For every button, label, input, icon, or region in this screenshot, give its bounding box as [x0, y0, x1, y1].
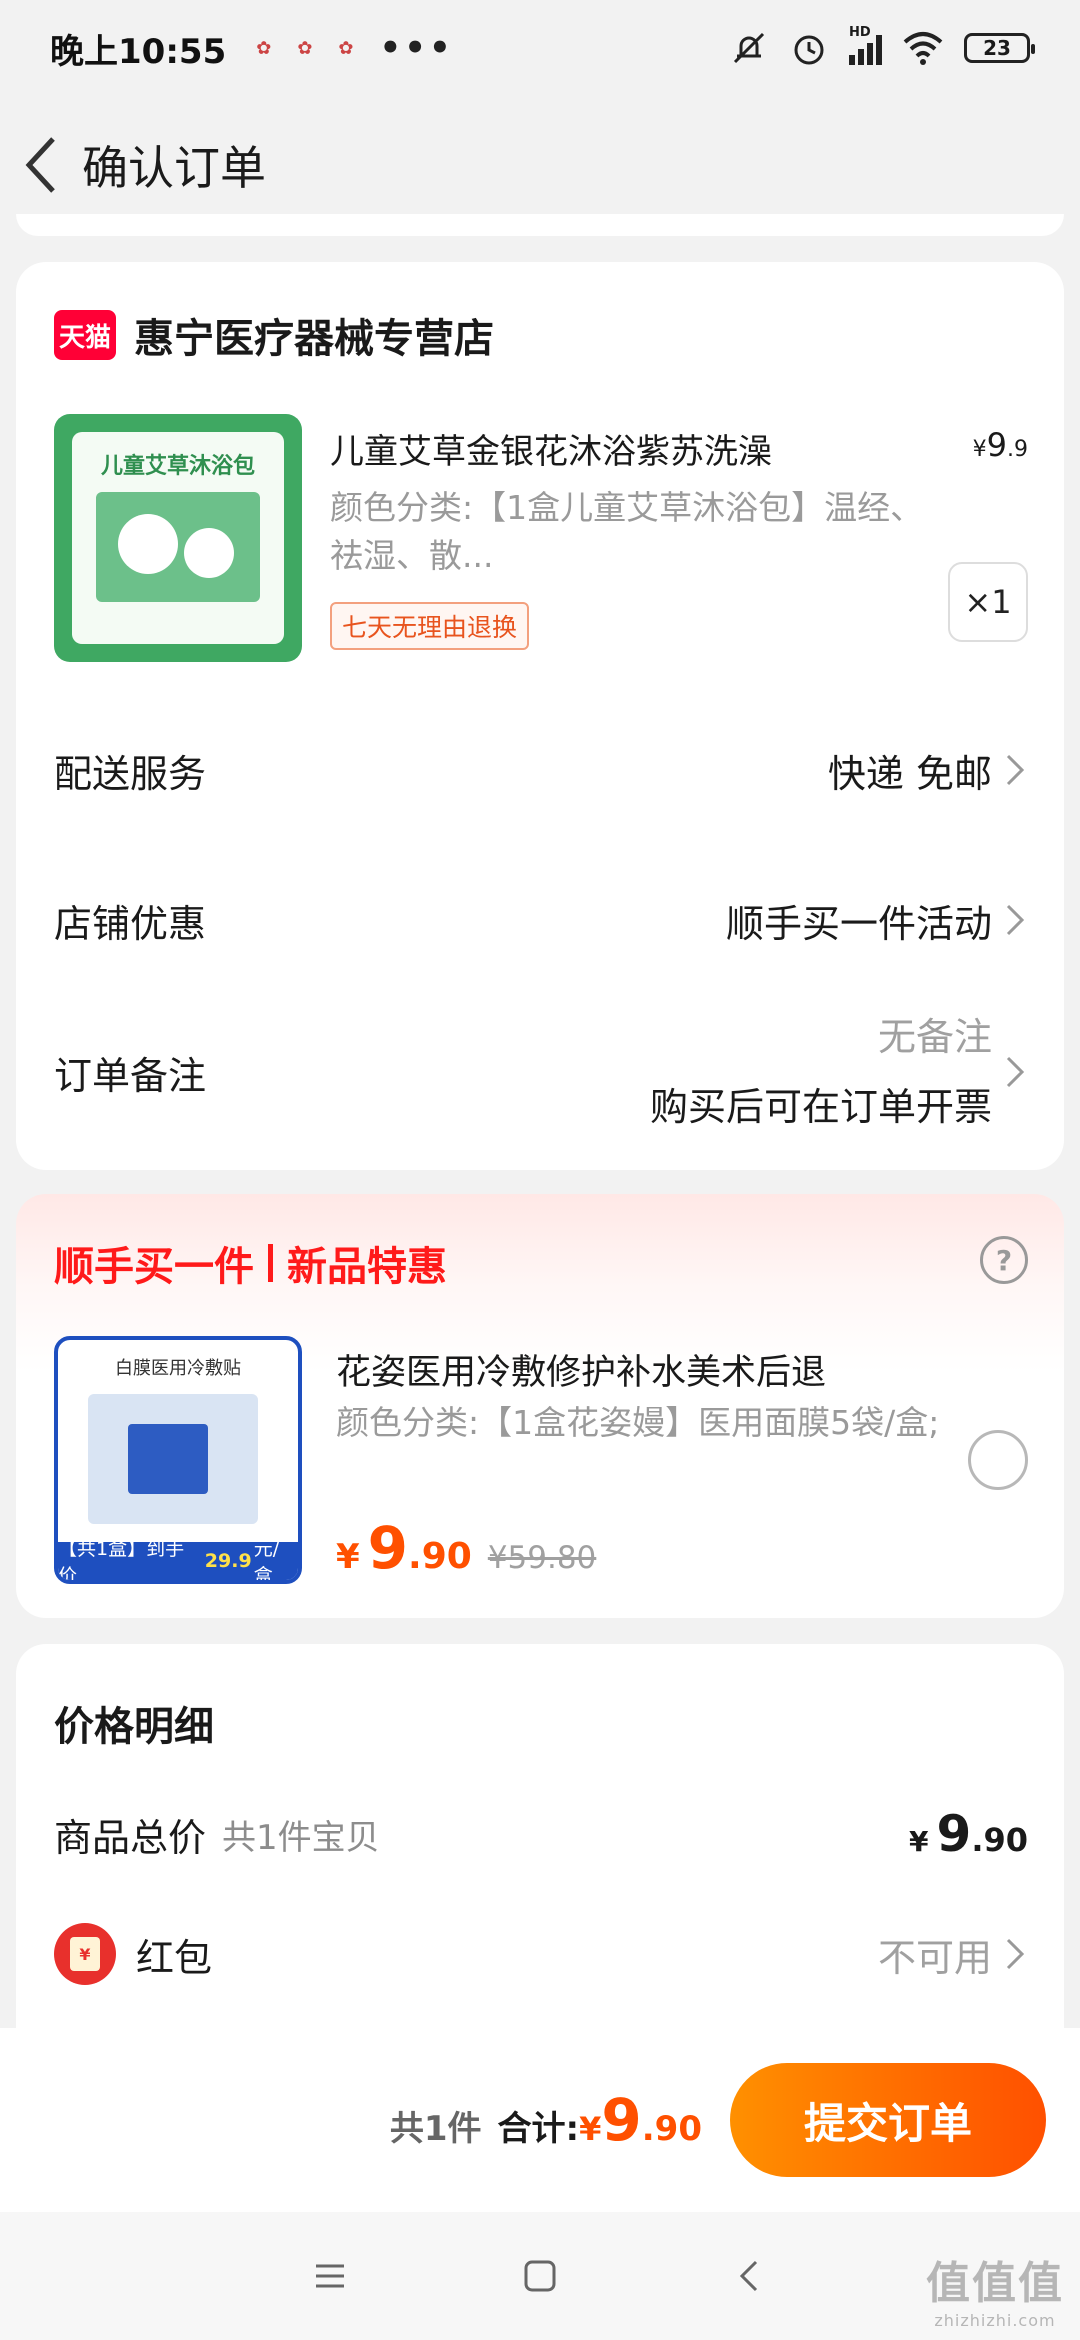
delivery-service-row[interactable]: 配送服务 快递 免邮 [54, 730, 1028, 810]
return-policy-tag: 七天无理由退换 [330, 602, 530, 650]
notification-icons: ✿ ✿ ✿ [256, 38, 353, 59]
chevron-right-icon [1006, 1938, 1025, 1970]
red-packet-row[interactable]: ¥ 红包 不可用 [54, 1914, 1028, 1994]
store-discount-row[interactable]: 店铺优惠 顺手买一件活动 [54, 880, 1028, 960]
product-image[interactable]: 儿童艾草沐浴包 [54, 414, 302, 662]
original-price: ¥59.80 [487, 1540, 597, 1576]
wifi-icon [903, 32, 943, 65]
help-icon[interactable]: ? [980, 1236, 1028, 1284]
store-name: 惠宁医疗器械专营店 [134, 316, 494, 362]
network-type: HD [849, 25, 871, 40]
address-card-bottom [16, 214, 1064, 236]
goods-count: 共1件宝贝 [222, 1817, 380, 1858]
submit-order-button[interactable]: 提交订单 [730, 2063, 1046, 2177]
watermark: 值值值 zhizhizhi.com [926, 2258, 1064, 2330]
page-header: 确认订单 [0, 100, 1080, 230]
sum-value: 9 [601, 2086, 642, 2154]
menu-icon[interactable] [310, 2256, 350, 2296]
signal-icon: HD [849, 25, 882, 65]
order-note-label: 订单备注 [54, 1053, 207, 1098]
product-spec[interactable]: 颜色分类:【1盒儿童艾草沐浴包】温经、祛湿、散... [330, 484, 930, 580]
invoice-hint: 购买后可在订单开票 [649, 1085, 992, 1129]
goods-total-value: ¥ 9 .90 [909, 1805, 1028, 1863]
app-notification-icon: ✿ [256, 37, 272, 59]
product-image-title: 儿童艾草沐浴包 [100, 454, 255, 479]
store-discount-label: 店铺优惠 [54, 901, 207, 946]
deal-image-title: 白膜医用冷敷贴 [115, 1358, 241, 1379]
home-icon[interactable] [520, 2256, 560, 2296]
deal-product-name[interactable]: 花姿医用冷敷修护补水美术后退 [336, 1344, 826, 1395]
deal-title: 顺手买一件 新品特惠 [54, 1244, 447, 1290]
alarm-icon [794, 35, 824, 65]
add-on-deal-card: 顺手买一件 新品特惠 ? 白膜医用冷敷贴 【共1盒】到手价 29.9 元/盒 花姿医… [16, 1194, 1064, 1618]
battery-icon: 23 [964, 33, 1035, 63]
app-notification-icon: ✿ [297, 37, 313, 59]
deal-product-price: ¥ 9 .90 ¥59.80 [336, 1514, 597, 1582]
delivery-value: 快递 免邮 [827, 751, 992, 796]
sum-label: 合计: [497, 2109, 580, 2149]
goods-total-row: 商品总价 共1件宝贝 ¥ 9 .90 [54, 1794, 1028, 1874]
deal-select-radio[interactable] [968, 1430, 1028, 1490]
chevron-left-icon [25, 137, 55, 193]
store-discount-value: 顺手买一件活动 [725, 901, 992, 946]
chevron-right-icon [1006, 1056, 1025, 1088]
order-note-row[interactable]: 订单备注 无备注 购买后可在订单开票 [54, 1002, 1028, 1142]
checkout-bar: 共1件 合计: ¥ 9 .90 提交订单 [0, 2028, 1080, 2212]
deal-image-price-bar: 【共1盒】到手价 29.9 元/盒 [58, 1538, 298, 1580]
deal-product-spec[interactable]: 颜色分类:【1盒花姿嫚】医用面膜5袋/盒; [336, 1398, 956, 1448]
goods-total-label: 商品总价 [54, 1815, 207, 1860]
status-time: 晚上10:55 [50, 31, 227, 72]
more-notifications-icon: ••• [379, 28, 454, 68]
red-packet-label: 红包 [136, 1935, 213, 1980]
quantity-button[interactable]: ×1 [948, 562, 1028, 642]
price-detail-title: 价格明细 [54, 1704, 214, 1750]
product-title[interactable]: 儿童艾草金银花沐浴紫苏洗澡 [330, 424, 890, 473]
status-bar: 晚上10:55 ✿ ✿ ✿ ••• HD 23 [0, 0, 1080, 96]
product-price: ¥9.9 [972, 426, 1028, 464]
app-notification-icon: ✿ [338, 37, 354, 59]
delivery-label: 配送服务 [54, 751, 207, 796]
red-packet-icon: ¥ [54, 1923, 116, 1985]
order-note-value: 无备注 [877, 1015, 992, 1059]
system-nav-bar: 值值值 zhizhizhi.com [0, 2212, 1080, 2340]
back-nav-icon[interactable] [730, 2256, 770, 2296]
back-button[interactable] [14, 125, 68, 205]
red-packet-value: 不可用 [877, 1935, 992, 1980]
deal-product-image[interactable]: 白膜医用冷敷贴 【共1盒】到手价 29.9 元/盒 [54, 1336, 302, 1584]
chevron-right-icon [1006, 904, 1025, 936]
page-title: 确认订单 [82, 141, 266, 195]
item-count: 共1件 [389, 2109, 482, 2149]
order-summary: 共1件 合计: ¥ 9 .90 [389, 2086, 702, 2154]
store-header[interactable]: 天猫 惠宁医疗器械专营店 [54, 306, 494, 364]
tmall-badge-icon: 天猫 [54, 310, 116, 360]
chevron-right-icon [1006, 754, 1025, 786]
price-detail-card: 价格明细 商品总价 共1件宝贝 ¥ 9 .90 ¥ 红包 不可用 [16, 1644, 1064, 2044]
store-order-card: 天猫 惠宁医疗器械专营店 儿童艾草沐浴包 儿童艾草金银花沐浴紫苏洗澡 ¥9.9 … [16, 262, 1064, 1170]
mute-icon [733, 32, 765, 64]
